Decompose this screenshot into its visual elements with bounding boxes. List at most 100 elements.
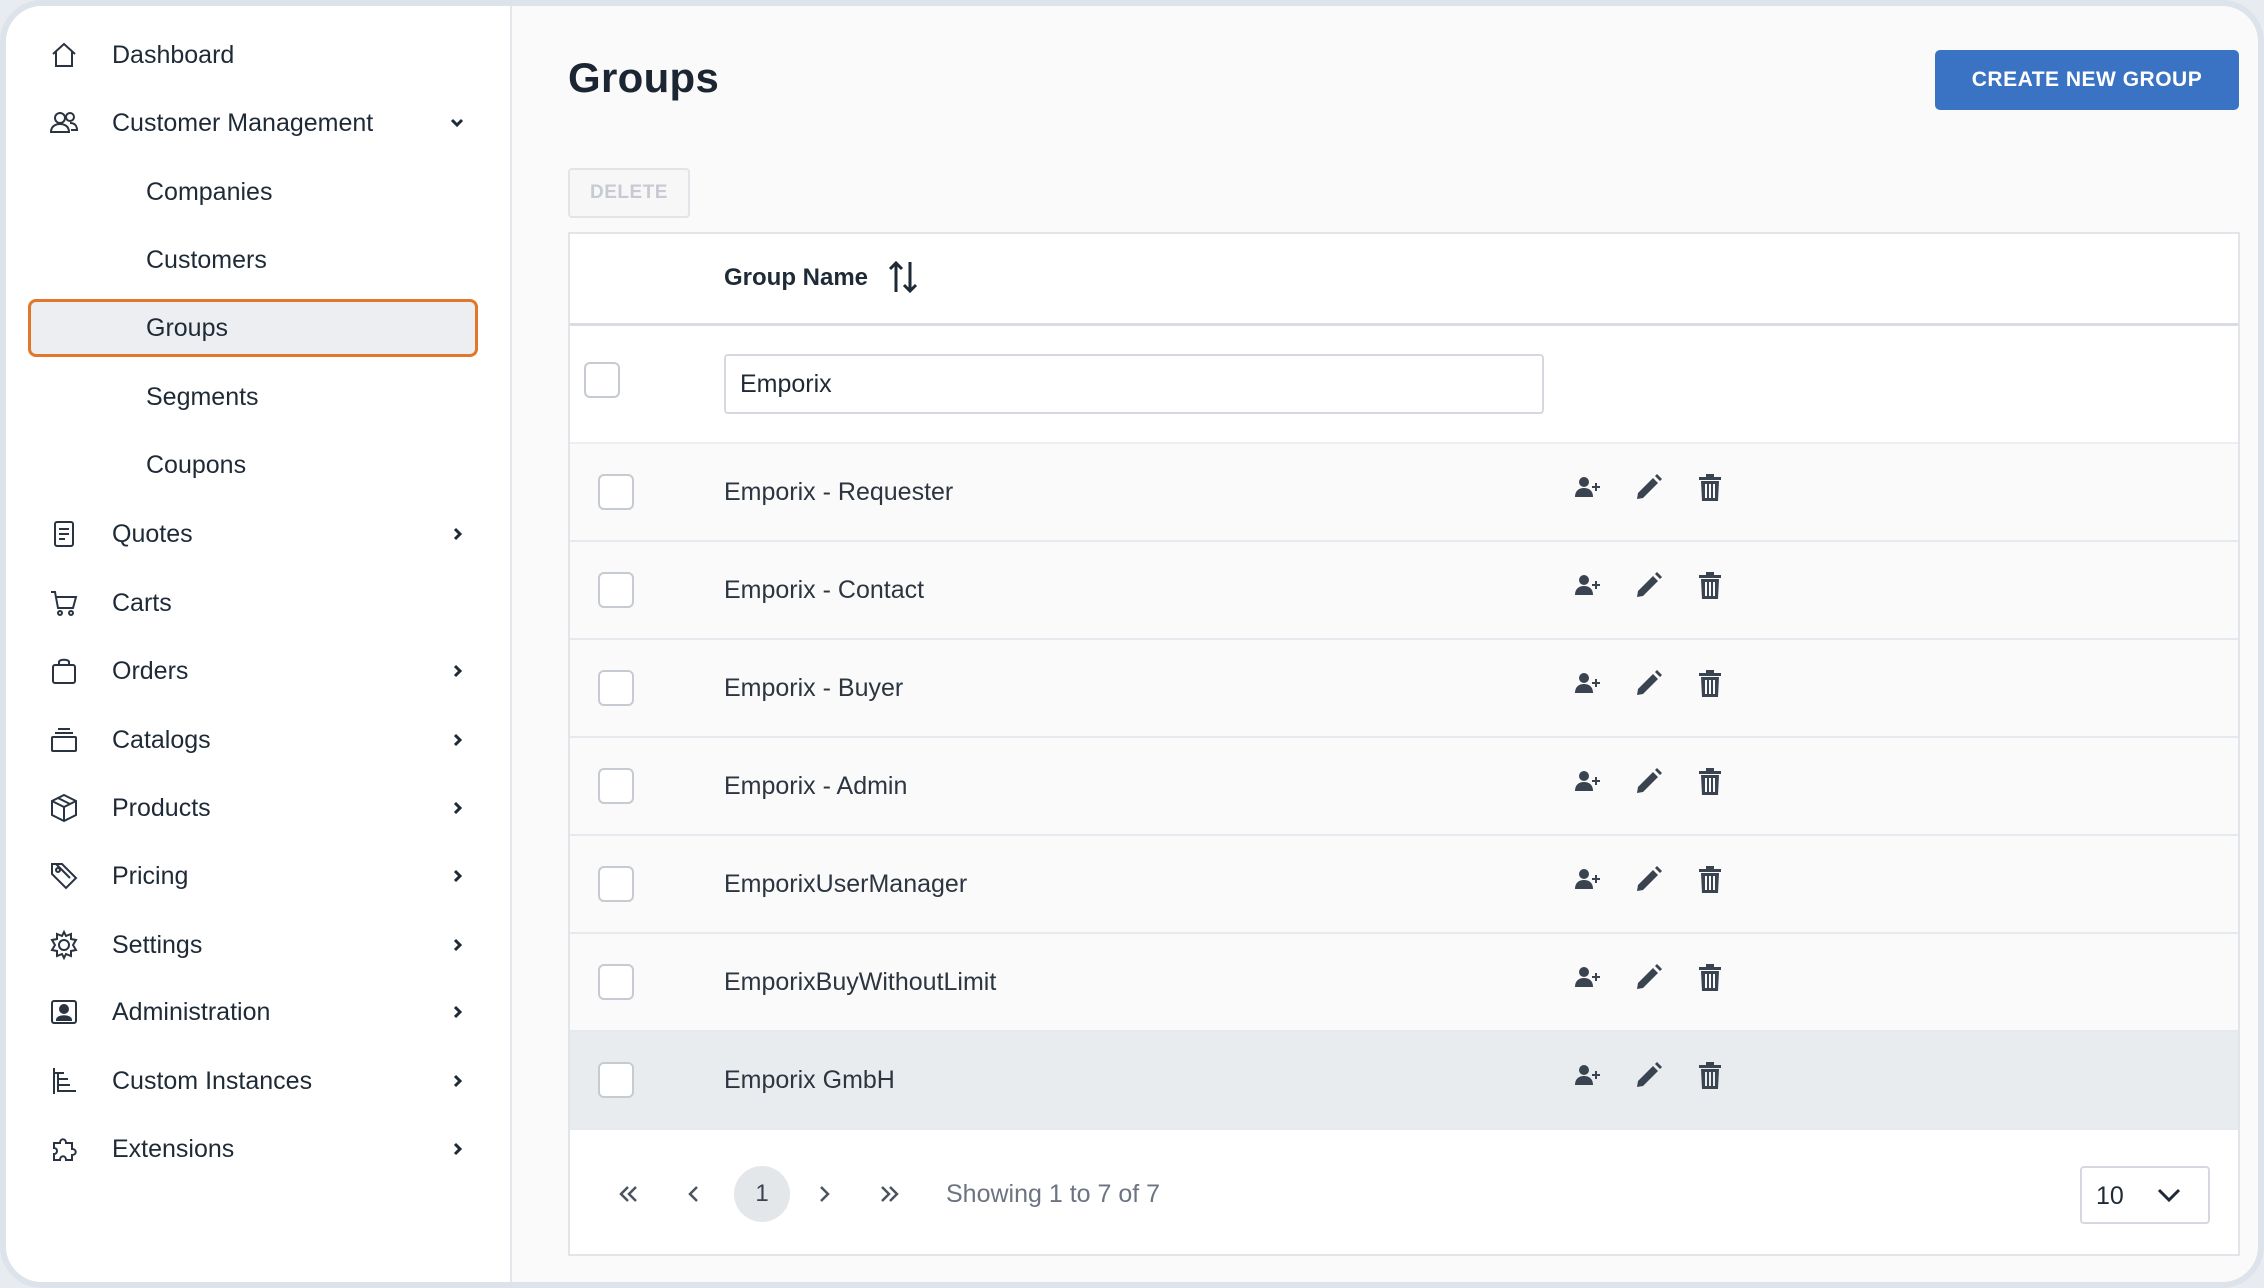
chevron-right-icon — [446, 660, 468, 682]
row-checkbox[interactable] — [598, 474, 634, 510]
select-all-checkbox[interactable] — [584, 362, 620, 398]
table-row[interactable]: EmporixUserManager — [570, 836, 2238, 934]
table-row[interactable]: Emporix - Buyer — [570, 640, 2238, 738]
cart-icon — [46, 585, 82, 621]
tag-icon — [46, 858, 82, 894]
row-checkbox[interactable] — [598, 768, 634, 804]
page-size-select[interactable]: 10 — [2080, 1166, 2210, 1224]
first-page-icon[interactable] — [600, 1166, 656, 1222]
group-name: Emporix GmbH — [724, 1066, 895, 1094]
sidebar-item-segments[interactable]: Segments — [28, 368, 478, 426]
chevron-right-icon — [446, 797, 468, 819]
pagination: 1 Showing 1 to 7 of 7 10 — [570, 1132, 2238, 1254]
sidebar-item-label: Products — [112, 793, 211, 822]
sidebar-item-coupons[interactable]: Coupons — [28, 436, 478, 494]
add-user-icon[interactable] — [1570, 1058, 1606, 1094]
row-checkbox[interactable] — [598, 670, 634, 706]
sidebar-item-label: Customers — [146, 245, 267, 274]
sidebar-item-administration[interactable]: Administration — [28, 983, 478, 1041]
next-page-icon[interactable] — [796, 1166, 852, 1222]
trash-icon[interactable] — [1692, 764, 1728, 800]
sidebar-item-label: Carts — [112, 588, 172, 617]
create-new-group-button[interactable]: CREATE NEW GROUP — [1935, 50, 2239, 110]
trash-icon[interactable] — [1692, 862, 1728, 898]
row-checkbox[interactable] — [598, 572, 634, 608]
group-name: Emporix - Buyer — [724, 674, 904, 702]
row-checkbox[interactable] — [598, 1062, 634, 1098]
edit-icon[interactable] — [1630, 862, 1666, 898]
trash-icon[interactable] — [1692, 1058, 1728, 1094]
row-checkbox[interactable] — [598, 964, 634, 1000]
chevron-right-icon — [446, 865, 468, 887]
chevron-right-icon — [446, 1001, 468, 1023]
sidebar-item-label: Settings — [112, 930, 203, 959]
edit-icon[interactable] — [1630, 764, 1666, 800]
filter-row — [570, 326, 2238, 444]
trash-icon[interactable] — [1692, 568, 1728, 604]
table-row[interactable]: Emporix - Requester — [570, 444, 2238, 542]
add-user-icon[interactable] — [1570, 666, 1606, 702]
group-name-filter-input[interactable] — [724, 354, 1544, 414]
previous-page-icon[interactable] — [666, 1166, 722, 1222]
sort-icon[interactable] — [886, 258, 920, 296]
sidebar-item-customer-management[interactable]: Customer Management — [28, 94, 478, 152]
edit-icon[interactable] — [1630, 568, 1666, 604]
sidebar-item-groups[interactable]: Groups — [28, 299, 478, 357]
sidebar-item-orders[interactable]: Orders — [28, 642, 478, 700]
sidebar-item-label: Catalogs — [112, 725, 211, 754]
sidebar-item-label: Custom Instances — [112, 1066, 313, 1095]
delete-button[interactable]: DELETE — [568, 168, 690, 218]
groups-table: Group Name Emporix - Requester Emporix -… — [568, 232, 2240, 1256]
sidebar-item-dashboard[interactable]: Dashboard — [28, 26, 478, 84]
hierarchy-icon — [46, 1063, 82, 1099]
edit-icon[interactable] — [1630, 1058, 1666, 1094]
sidebar-item-pricing[interactable]: Pricing — [28, 847, 478, 905]
bag-icon — [46, 653, 82, 689]
add-user-icon[interactable] — [1570, 470, 1606, 506]
edit-icon[interactable] — [1630, 666, 1666, 702]
trash-icon[interactable] — [1692, 960, 1728, 996]
chevron-right-icon — [446, 1070, 468, 1092]
chevron-down-icon — [446, 112, 468, 134]
trash-icon[interactable] — [1692, 666, 1728, 702]
users-icon — [46, 105, 82, 141]
sidebar-item-settings[interactable]: Settings — [28, 916, 478, 974]
column-header-group-name[interactable]: Group Name — [724, 264, 868, 292]
table-row[interactable]: EmporixBuyWithoutLimit — [570, 934, 2238, 1032]
sidebar-item-label: Quotes — [112, 519, 193, 548]
table-header: Group Name — [570, 234, 2238, 326]
sidebar-item-companies[interactable]: Companies — [28, 163, 478, 221]
sidebar-item-label: Dashboard — [112, 40, 235, 69]
sidebar-item-custom-instances[interactable]: Custom Instances — [28, 1052, 478, 1110]
edit-icon[interactable] — [1630, 960, 1666, 996]
sidebar-item-label: Orders — [112, 656, 189, 685]
page-title: Groups — [568, 54, 720, 101]
puzzle-icon — [46, 1131, 82, 1167]
chevron-right-icon — [446, 1138, 468, 1160]
add-user-icon[interactable] — [1570, 862, 1606, 898]
admin-icon — [46, 994, 82, 1030]
edit-icon[interactable] — [1630, 470, 1666, 506]
sidebar-item-carts[interactable]: Carts — [28, 574, 478, 632]
row-checkbox[interactable] — [598, 866, 634, 902]
group-name: Emporix - Requester — [724, 478, 954, 506]
trash-icon[interactable] — [1692, 470, 1728, 506]
table-row[interactable]: Emporix - Admin — [570, 738, 2238, 836]
last-page-icon[interactable] — [862, 1166, 918, 1222]
gear-icon — [46, 927, 82, 963]
table-row[interactable]: Emporix GmbH — [570, 1032, 2238, 1130]
sidebar-item-label: Administration — [112, 997, 271, 1026]
sidebar-item-extensions[interactable]: Extensions — [28, 1120, 478, 1178]
add-user-icon[interactable] — [1570, 960, 1606, 996]
layers-icon — [46, 722, 82, 758]
sidebar-item-customers[interactable]: Customers — [28, 231, 478, 289]
sidebar-item-products[interactable]: Products — [28, 779, 478, 837]
add-user-icon[interactable] — [1570, 568, 1606, 604]
add-user-icon[interactable] — [1570, 764, 1606, 800]
sidebar-item-catalogs[interactable]: Catalogs — [28, 711, 478, 769]
sidebar-item-label: Customer Management — [112, 108, 374, 137]
table-row[interactable]: Emporix - Contact — [570, 542, 2238, 640]
current-page-button[interactable]: 1 — [734, 1166, 790, 1222]
sidebar-item-quotes[interactable]: Quotes — [28, 505, 478, 563]
sidebar-item-label: Groups — [146, 313, 228, 342]
